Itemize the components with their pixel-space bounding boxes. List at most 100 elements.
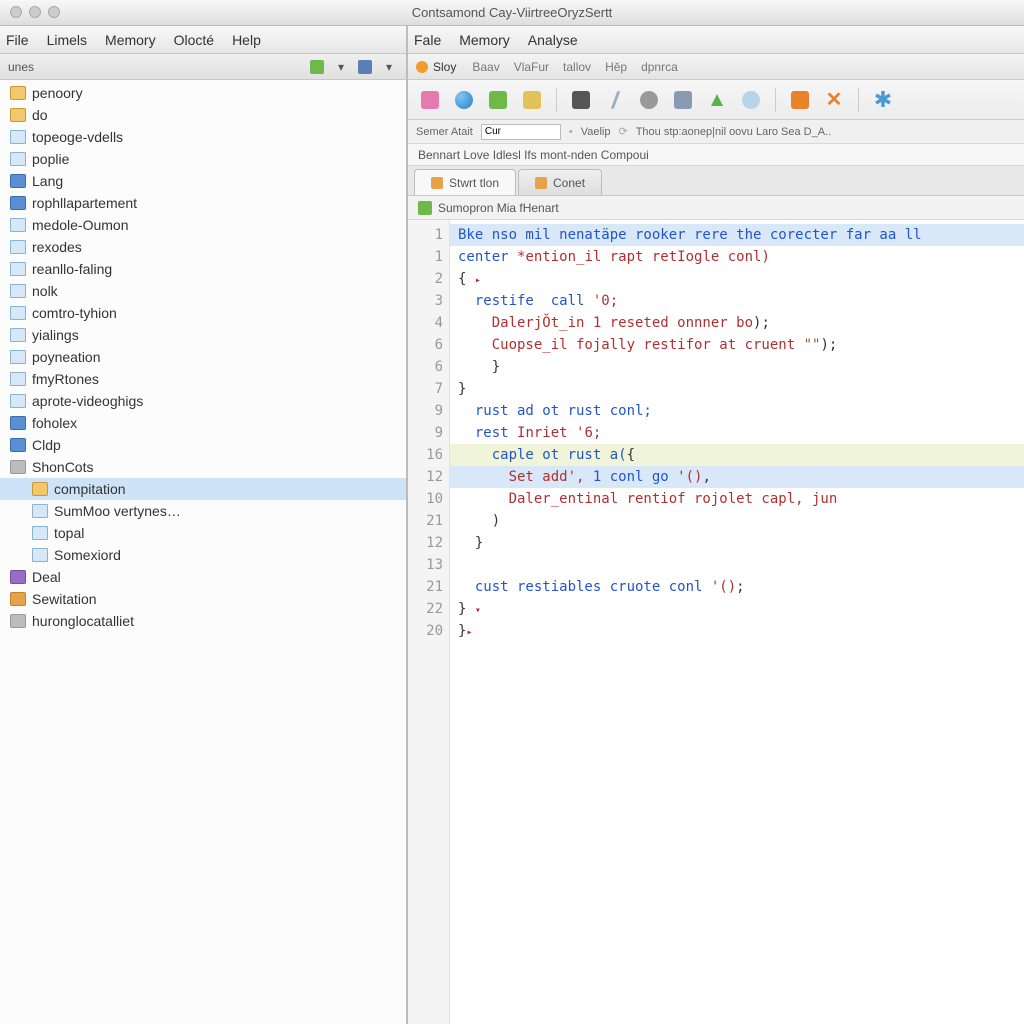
menu-memory[interactable]: Memory	[105, 32, 156, 48]
tree-item[interactable]: topeoge-vdells	[0, 126, 406, 148]
tool-terminal-icon[interactable]	[569, 88, 593, 112]
tool-cloud-icon[interactable]	[739, 88, 763, 112]
code-line[interactable]: DalerjŎt_in 1 reseted onnner bo);	[450, 312, 1024, 334]
close-icon[interactable]	[10, 6, 22, 18]
menu-olocté[interactable]: Olocté	[174, 32, 214, 48]
code-line[interactable]: restife call '0;	[450, 290, 1024, 312]
tree-item[interactable]: Somexiord	[0, 544, 406, 566]
dropdown-icon-2[interactable]: ▾	[380, 58, 398, 76]
menu-analyse[interactable]: Analyse	[528, 32, 578, 48]
code-line[interactable]: )	[450, 510, 1024, 532]
zoom-icon[interactable]	[48, 6, 60, 18]
tree-item[interactable]: poyneation	[0, 346, 406, 368]
code-line[interactable]: Bke nso mil nenatäpe rooker rere the cor…	[450, 224, 1024, 246]
code-line[interactable]: rest Inriet '6;	[450, 422, 1024, 444]
tree-item[interactable]: Sewitation	[0, 588, 406, 610]
doc-icon	[32, 504, 48, 518]
editor-tab[interactable]: Conet	[518, 169, 602, 195]
tree-item[interactable]: compitation	[0, 478, 406, 500]
menu-memory[interactable]: Memory	[459, 32, 510, 48]
tree-item[interactable]: Cldp	[0, 434, 406, 456]
tree-item-label: Cldp	[32, 437, 61, 453]
tool-close-icon[interactable]: ✕	[822, 88, 846, 112]
code-line[interactable]: }	[450, 356, 1024, 378]
tool-globe-icon[interactable]	[452, 88, 476, 112]
ribbon-item[interactable]: VlaFur	[514, 60, 549, 74]
find-trail: Thou stp:aonep|nil oovu Laro Sea D_A..	[636, 126, 832, 138]
tree-item[interactable]: aprote-videoghigs	[0, 390, 406, 412]
doc-icon	[10, 130, 26, 144]
code-line[interactable]: }	[450, 532, 1024, 554]
code-line[interactable]: center *ention_il rapt retIogle conl)	[450, 246, 1024, 268]
menu-limels[interactable]: Limels	[47, 32, 87, 48]
tool-pencil-icon[interactable]	[603, 88, 627, 112]
tree-item[interactable]: topal	[0, 522, 406, 544]
code-line[interactable]: cust restiables cruote conl '();	[450, 576, 1024, 598]
code-line[interactable]	[450, 554, 1024, 576]
minimize-icon[interactable]	[29, 6, 41, 18]
new-item-icon[interactable]	[308, 58, 326, 76]
tree-item[interactable]: yialings	[0, 324, 406, 346]
tool-chart-icon[interactable]	[418, 88, 442, 112]
square-orange-icon	[10, 592, 26, 606]
tree-item[interactable]: reanllo-faling	[0, 258, 406, 280]
tool-favorite-icon[interactable]: ✱	[871, 88, 895, 112]
tree-item[interactable]: Lang	[0, 170, 406, 192]
tree-item[interactable]: do	[0, 104, 406, 126]
tool-green-icon[interactable]	[486, 88, 510, 112]
breadcrumb: Bennart Love Idlesl Ifs mont-nden Compou…	[408, 144, 1024, 166]
code-line[interactable]: Cuopse_il fojally restifor at cruent "")…	[450, 334, 1024, 356]
dropdown-icon[interactable]: ▾	[332, 58, 350, 76]
tree-item[interactable]: penoory	[0, 82, 406, 104]
traffic-lights[interactable]	[10, 6, 60, 18]
menu-file[interactable]: File	[6, 32, 29, 48]
code-line[interactable]: }▸	[450, 620, 1024, 642]
ribbon-lead[interactable]: Sloy	[416, 60, 456, 74]
tool-record-icon[interactable]	[637, 88, 661, 112]
toolbar: ✕ ✱	[408, 80, 1024, 120]
tree-panel-label: unes	[8, 60, 302, 74]
find-input-1[interactable]	[481, 124, 561, 140]
tree-item[interactable]: nolk	[0, 280, 406, 302]
code-area[interactable]: Bke nso mil nenatäpe rooker rere the cor…	[450, 220, 1024, 1024]
code-line[interactable]: caple ot rust a({	[450, 444, 1024, 466]
code-line[interactable]: Daler_entinal rentiof rojolet capl, jun	[450, 488, 1024, 510]
code-line[interactable]: rust ad ot rust conl;	[450, 400, 1024, 422]
ribbon-item[interactable]: Hěp	[605, 60, 627, 74]
tree-item-label: topeoge-vdells	[32, 129, 123, 145]
save-icon[interactable]	[356, 58, 374, 76]
tree-item[interactable]: ShonCots	[0, 456, 406, 478]
code-line[interactable]: } ▾	[450, 598, 1024, 620]
tree-item[interactable]: rophllapartement	[0, 192, 406, 214]
ribbon-item[interactable]: dpnrca	[641, 60, 678, 74]
tree-item-label: comtro-tyhion	[32, 305, 117, 321]
tree-item[interactable]: Deal	[0, 566, 406, 588]
tool-upload-icon[interactable]	[705, 88, 729, 112]
tree-item-label: fmyRtones	[32, 371, 99, 387]
ribbon-item[interactable]: Baav	[472, 60, 499, 74]
ribbon-item[interactable]: tallov	[563, 60, 591, 74]
code-editor[interactable]: 1123466799161210211213212220 Bke nso mil…	[408, 220, 1024, 1024]
tree-item[interactable]: SumMoo vertynes…	[0, 500, 406, 522]
code-line[interactable]: }	[450, 378, 1024, 400]
tree-item-label: aprote-videoghigs	[32, 393, 143, 409]
tree-item[interactable]: foholex	[0, 412, 406, 434]
tool-printer-icon[interactable]	[671, 88, 695, 112]
tree-item[interactable]: rexodes	[0, 236, 406, 258]
menu-help[interactable]: Help	[232, 32, 261, 48]
tree-item[interactable]: huronglocatalliet	[0, 610, 406, 632]
editor-tab[interactable]: Stwrt tlon	[414, 169, 516, 195]
code-line[interactable]: Set add', 1 conl go '(),	[450, 466, 1024, 488]
tree-item[interactable]: fmyRtones	[0, 368, 406, 390]
tool-lock-icon[interactable]	[520, 88, 544, 112]
code-line[interactable]: { ▸	[450, 268, 1024, 290]
file-tree[interactable]: penoorydo topeoge-vdells poplieLangrophlla…	[0, 80, 406, 1024]
tree-item-label: ShonCots	[32, 459, 93, 475]
menu-fale[interactable]: Fale	[414, 32, 441, 48]
tree-item-label: reanllo-faling	[32, 261, 112, 277]
tree-item[interactable]: comtro-tyhion	[0, 302, 406, 324]
tool-stop-icon[interactable]	[788, 88, 812, 112]
tree-item-label: Sewitation	[32, 591, 97, 607]
tree-item[interactable]: medole-Oumon	[0, 214, 406, 236]
tree-item[interactable]: poplie	[0, 148, 406, 170]
